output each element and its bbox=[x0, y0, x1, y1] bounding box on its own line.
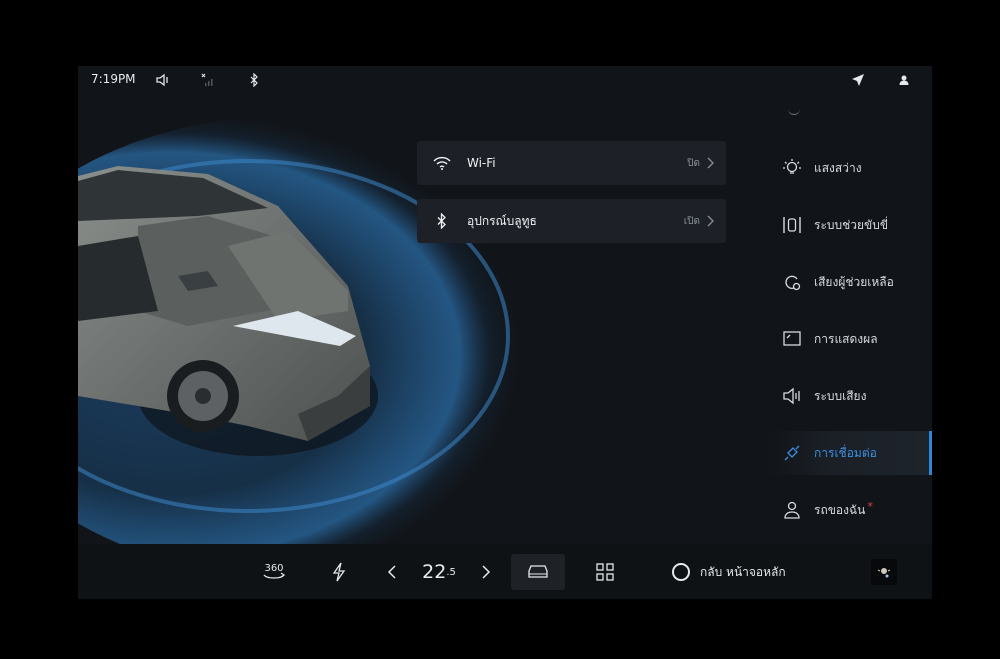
person-icon bbox=[770, 500, 814, 520]
volume-icon[interactable] bbox=[154, 71, 172, 89]
display-icon bbox=[770, 329, 814, 349]
lightning-icon[interactable] bbox=[324, 554, 354, 590]
home-circle-icon bbox=[672, 563, 690, 581]
bluetooth-row[interactable]: อุปกรณ์บลูทูธ เปิด bbox=[417, 199, 726, 243]
sidebar-item-label: แสงสว่าง bbox=[814, 160, 862, 175]
temp-up-button[interactable] bbox=[474, 554, 498, 590]
temp-down-button[interactable] bbox=[380, 554, 404, 590]
bluetooth-status-icon bbox=[245, 71, 263, 89]
sidebar-item-label: ระบบเสียง bbox=[814, 388, 867, 403]
speaker-icon bbox=[770, 386, 814, 406]
home-label: กลับ หน้าจอหลัก bbox=[700, 564, 786, 579]
clock: 7:19PM bbox=[91, 72, 136, 86]
vehicle-settings-button[interactable] bbox=[511, 554, 565, 590]
chevron-right-icon bbox=[706, 215, 726, 227]
status-bar: 7:19PM bbox=[78, 66, 932, 96]
camera-360-button[interactable]: 360 bbox=[256, 554, 292, 590]
bluetooth-icon bbox=[417, 213, 467, 229]
bulb-icon bbox=[770, 158, 814, 178]
signal-off-icon bbox=[199, 71, 217, 89]
notification-badge: * bbox=[867, 499, 873, 513]
wifi-icon bbox=[417, 156, 467, 170]
sidebar-item-lighting[interactable]: แสงสว่าง bbox=[764, 146, 932, 190]
user-profile-icon[interactable] bbox=[895, 71, 913, 89]
sidebar-item-label: ระบบช่วยขับขี่ bbox=[814, 217, 889, 232]
bottom-dock: 360 22.5 กลับ หน้าจอหลัก bbox=[78, 544, 932, 599]
chevron-right-icon bbox=[706, 157, 726, 169]
voice-assistant-icon bbox=[770, 272, 814, 292]
sidebar-item-label: การแสดงผล bbox=[814, 331, 878, 346]
mini-app-icon[interactable] bbox=[871, 559, 897, 585]
scroll-hint-icon bbox=[788, 108, 800, 115]
navigation-icon[interactable] bbox=[849, 71, 867, 89]
wifi-label: Wi-Fi bbox=[467, 156, 496, 170]
temperature-display: 22.5 bbox=[416, 554, 462, 590]
camera-360-label: 360 bbox=[264, 563, 283, 574]
sidebar-item-voice-assistant[interactable]: เสียงผู้ช่วยเหลือ bbox=[764, 260, 932, 304]
connection-icon bbox=[770, 443, 814, 463]
temperature-value: 22 bbox=[422, 561, 447, 583]
bluetooth-label: อุปกรณ์บลูทูธ bbox=[467, 213, 537, 228]
sidebar-item-driver-assist[interactable]: ระบบช่วยขับขี่ bbox=[764, 203, 932, 247]
wifi-state: ปิด bbox=[687, 157, 700, 169]
active-indicator bbox=[929, 431, 932, 475]
sidebar-item-label: เสียงผู้ช่วยเหลือ bbox=[814, 274, 894, 289]
sidebar-item-label: การเชื่อมต่อ bbox=[814, 445, 877, 460]
sidebar-item-connection[interactable]: การเชื่อมต่อ bbox=[764, 431, 932, 475]
wifi-row[interactable]: Wi-Fi ปิด bbox=[417, 141, 726, 185]
sidebar-item-display[interactable]: การแสดงผล bbox=[764, 317, 932, 361]
driver-assist-icon bbox=[770, 215, 814, 235]
temperature-decimal: .5 bbox=[446, 566, 456, 578]
home-button[interactable]: กลับ หน้าจอหลัก bbox=[672, 554, 812, 590]
app-grid-icon[interactable] bbox=[590, 554, 620, 590]
car-icon bbox=[528, 565, 548, 578]
sidebar-item-audio[interactable]: ระบบเสียง bbox=[764, 374, 932, 418]
settings-sidebar: แสงสว่าง ระบบช่วยขับขี่ เสียงผู้ช่วยเหลื… bbox=[764, 96, 932, 544]
sidebar-item-label: รถของฉัน bbox=[814, 502, 866, 517]
sidebar-item-my-car[interactable]: รถของฉัน * bbox=[764, 488, 932, 532]
bluetooth-state: เปิด bbox=[683, 215, 700, 227]
infotainment-screen: 7:19PM Wi-Fi ปิด อุปกรณ์บลูทูธ เปิด แสงส… bbox=[78, 66, 932, 599]
